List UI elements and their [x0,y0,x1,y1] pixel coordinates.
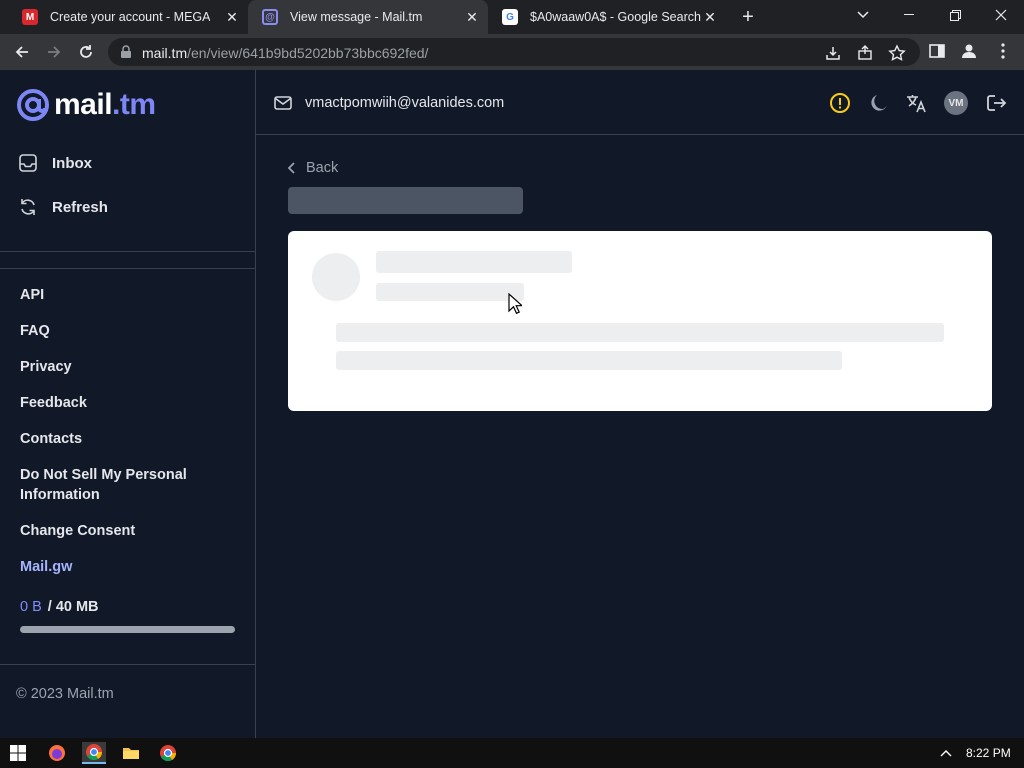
link-contacts[interactable]: Contacts [20,429,230,449]
taskbar-clock[interactable]: 8:22 PM [966,746,1011,760]
chrome-menu-icon[interactable] [994,42,1014,62]
bookmark-star-icon[interactable] [888,44,906,62]
storage-used: 0 B [20,599,42,615]
divider [0,664,255,665]
sender-email-skeleton [376,283,524,301]
storage-progress-bar [20,626,235,633]
copyright-text: © 2023 Mail.tm [16,686,114,702]
avatar[interactable]: VM [944,91,968,115]
back-link[interactable]: Back [288,160,338,176]
account-email[interactable]: vmactpomwiih@valanides.com [305,95,504,111]
divider [0,251,255,252]
back-label: Back [306,160,339,176]
logout-icon[interactable] [984,91,1008,115]
storage-usage: 0 B / 40 MB [20,599,99,615]
tab-google[interactable]: G $A0waaw0A$ - Google Search ✕ [488,0,726,34]
dark-mode-moon-icon[interactable] [867,91,891,115]
warning-icon[interactable] [828,91,852,115]
link-api[interactable]: API [20,285,230,305]
link-privacy[interactable]: Privacy [20,357,230,377]
close-tab-icon[interactable]: ✕ [702,9,718,25]
tab-search-button[interactable] [840,0,886,30]
at-sign-icon [17,89,49,121]
sidebar-item-label: Inbox [52,154,92,172]
tab-mailtm[interactable]: @ View message - Mail.tm ✕ [248,0,488,34]
message-card-skeleton [288,231,992,411]
inbox-icon [19,154,37,172]
install-app-icon[interactable] [824,44,842,62]
profile-icon[interactable] [960,42,980,62]
tab-title: Create your account - MEGA [50,10,211,24]
chrome-icon[interactable] [156,742,180,764]
windows-start-icon[interactable] [6,742,30,764]
mailtm-logo[interactable]: mail.tm [16,88,156,122]
restore-button[interactable] [932,0,978,30]
divider [0,268,255,269]
link-do-not-sell[interactable]: Do Not Sell My Personal Information [20,465,230,505]
tab-title: $A0waaw0A$ - Google Search [530,10,701,24]
share-icon[interactable] [856,44,874,62]
sender-avatar-skeleton [312,253,360,301]
link-feedback[interactable]: Feedback [20,393,230,413]
browser-toolbar: mail.tm/en/view/641b9bd5202bb73bbc692fed… [0,34,1024,70]
mouse-cursor-icon [508,293,522,315]
header-bar: vmactpomwiih@valanides.com VM [256,70,1024,135]
link-faq[interactable]: FAQ [20,321,230,341]
sidebar: mail.tm Inbox Refresh API FAQ Privacy Fe… [0,70,256,738]
sidebar-item-refresh[interactable]: Refresh [18,197,108,217]
browser-tab-strip: M Create your account - MEGA ✕ @ View me… [0,0,1024,34]
body-line-skeleton [336,351,842,370]
close-tab-icon[interactable]: ✕ [464,9,480,25]
forward-nav-button[interactable] [42,40,66,64]
windows-taskbar: 8:22 PM [0,738,1024,768]
close-tab-icon[interactable]: ✕ [224,9,240,25]
link-mail-gw[interactable]: Mail.gw [20,557,230,577]
sidebar-item-label: Refresh [52,198,108,216]
firefox-icon[interactable] [45,742,69,764]
address-bar[interactable]: mail.tm/en/view/641b9bd5202bb73bbc692fed… [108,38,920,66]
mailtm-icon: @ [262,9,278,25]
chevron-up-icon[interactable] [934,742,958,764]
url-text: mail.tm/en/view/641b9bd5202bb73bbc692fed… [142,45,429,61]
file-explorer-icon[interactable] [119,742,143,764]
chrome-icon[interactable] [82,742,106,764]
reload-button[interactable] [74,40,98,64]
storage-total: / 40 MB [47,599,99,615]
tab-title: View message - Mail.tm [290,10,423,24]
logo-text: mail.tm [54,88,156,121]
lock-icon[interactable] [120,45,132,64]
chevron-left-icon [288,162,295,174]
new-tab-button[interactable]: + [737,6,759,28]
google-icon: G [502,9,518,25]
sender-name-skeleton [376,251,572,273]
sidebar-item-inbox[interactable]: Inbox [18,153,92,173]
subject-skeleton [288,187,523,214]
close-window-button[interactable] [978,0,1024,30]
side-panel-icon[interactable] [928,42,948,62]
link-change-consent[interactable]: Change Consent [20,521,230,541]
tab-mega[interactable]: M Create your account - MEGA ✕ [8,0,248,34]
body-line-skeleton [336,323,944,342]
back-nav-button[interactable] [10,40,34,64]
translate-language-icon[interactable] [904,91,928,115]
mega-icon: M [22,9,38,25]
envelope-icon [274,95,292,116]
refresh-icon [21,199,35,215]
minimize-button[interactable] [886,0,932,30]
